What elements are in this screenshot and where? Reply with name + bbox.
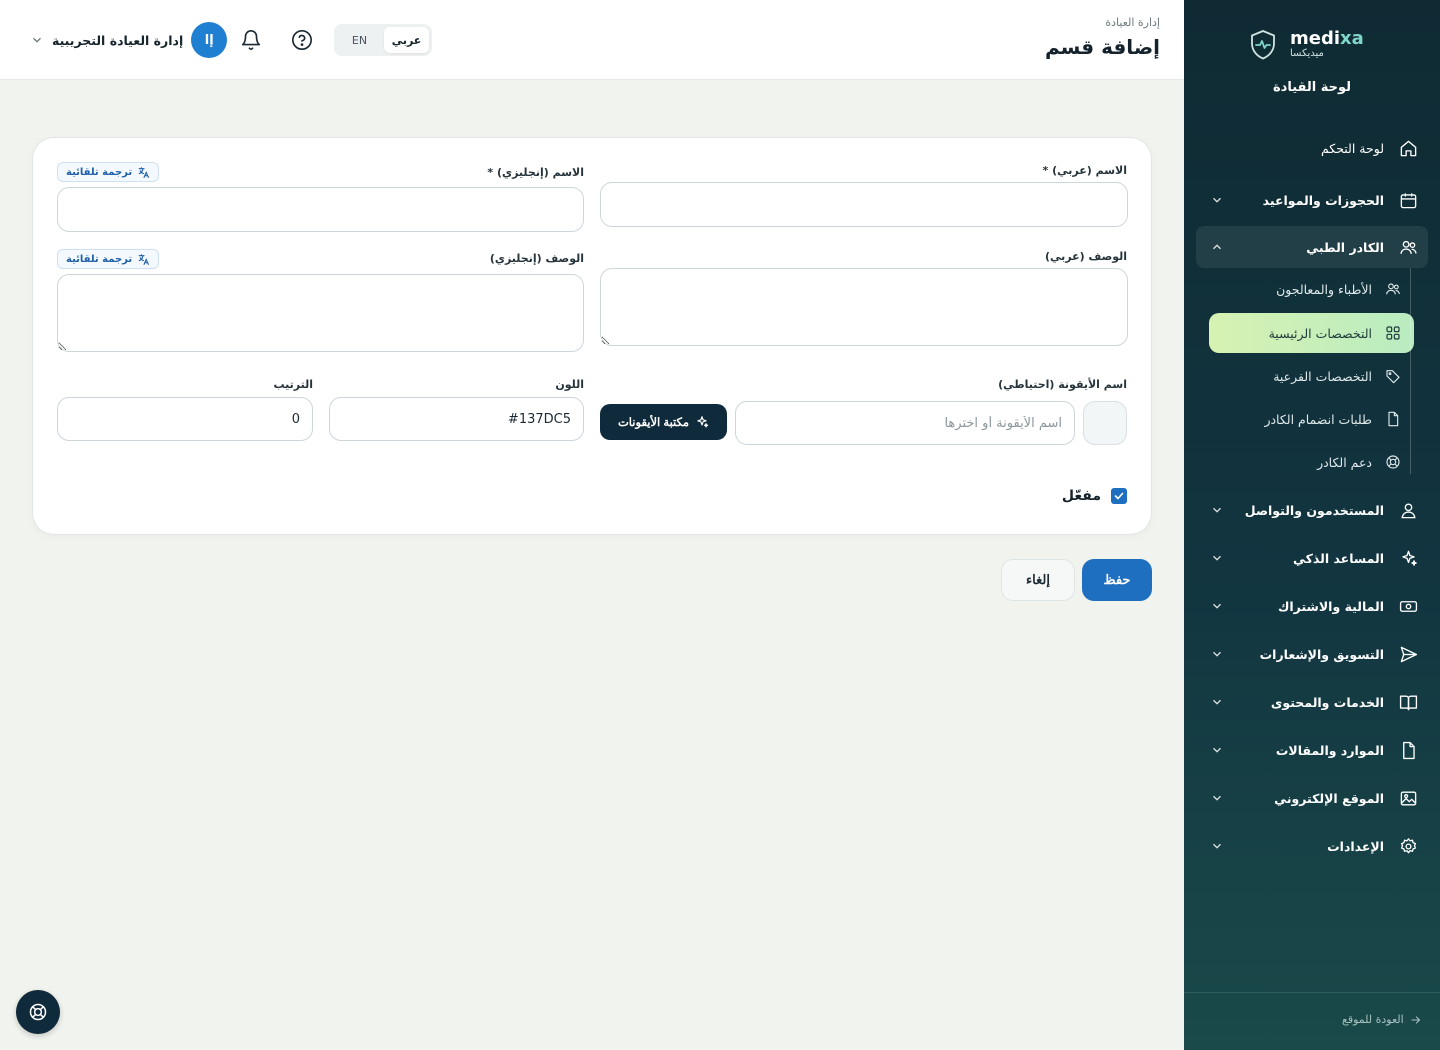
name-en-label: الاسم (إنجليزي) *	[487, 166, 584, 179]
sparkles-icon	[1398, 548, 1418, 568]
translate-icon	[137, 166, 150, 179]
shield-icon	[1250, 30, 1276, 60]
chevron-down-icon	[1210, 695, 1224, 709]
icon-preview	[1083, 401, 1127, 445]
department-form-card: الاسم (عربي) * الاسم (إنجليزي) * ترجمة ت…	[32, 137, 1152, 535]
cancel-button[interactable]: إلغاء	[1001, 559, 1075, 601]
translate-icon	[137, 253, 150, 266]
sidebar-item-medical-staff[interactable]: الكادر الطبي	[1196, 226, 1428, 268]
sidebar-subitem-sub-specialties[interactable]: التخصصات الفرعية	[1209, 356, 1414, 396]
sidebar-item-website[interactable]: الموقع الإلكتروني	[1196, 777, 1428, 819]
lifebuoy-icon	[28, 1002, 48, 1022]
grid-icon	[1384, 324, 1402, 342]
sidebar-item-dashboard[interactable]: لوحة التحكم	[1196, 127, 1428, 169]
desc-en-textarea[interactable]	[57, 274, 584, 352]
bell-icon	[240, 29, 262, 51]
notifications-button[interactable]	[236, 25, 266, 55]
icon-name-label: اسم الأيقونة (احتياطي)	[998, 378, 1127, 391]
file-icon	[1384, 410, 1402, 428]
back-to-site-label: العودة للموقع	[1342, 1013, 1404, 1026]
enabled-label: مفعّل	[1061, 488, 1101, 504]
name-ar-label: الاسم (عربي) *	[1042, 164, 1128, 177]
brand-logo[interactable]: medixa ميديكسا	[1184, 28, 1440, 68]
sidebar-item-users[interactable]: المستخدمون والتواصل	[1196, 489, 1428, 531]
chevron-down-icon	[1210, 743, 1224, 757]
top-header: إدارة العيادة إضافة قسم إدارة العيادة ال…	[0, 0, 1184, 80]
file-icon	[1398, 740, 1418, 760]
users-icon	[1384, 280, 1402, 298]
user-menu[interactable]: إدارة العيادة التجريبية إا	[30, 22, 228, 58]
desc-ar-textarea[interactable]	[600, 268, 1128, 346]
sparkles-icon	[695, 415, 709, 429]
user-name: إدارة العيادة التجريبية	[52, 32, 184, 48]
user-icon	[1398, 500, 1418, 520]
send-icon	[1398, 644, 1418, 664]
gear-icon	[1398, 836, 1418, 856]
breadcrumb[interactable]: إدارة العيادة	[1105, 16, 1160, 29]
enabled-checkbox[interactable]	[1111, 488, 1127, 504]
auto-translate-desc-button[interactable]: ترجمة تلقائية	[57, 249, 160, 269]
chevron-down-icon	[1210, 839, 1224, 853]
color-input[interactable]	[329, 397, 584, 441]
sidebar-item-ai-assistant[interactable]: المساعد الذكي	[1196, 537, 1428, 579]
order-label: الترتيب	[273, 378, 314, 391]
tag-icon	[1384, 367, 1402, 385]
help-circle-icon	[291, 29, 313, 51]
image-icon	[1398, 788, 1418, 808]
avatar: إا	[191, 22, 228, 58]
sidebar-section-title: لوحة القيادة	[1272, 80, 1352, 95]
sidebar-item-settings[interactable]: الإعدادات	[1196, 825, 1428, 867]
icon-library-button[interactable]: مكتبة الأيقونات	[600, 404, 727, 440]
auto-translate-label: ترجمة تلقائية	[66, 253, 133, 265]
enabled-toggle-row[interactable]: مفعّل	[1062, 488, 1127, 504]
sidebar-item-marketing[interactable]: التسويق والإشعارات	[1196, 633, 1428, 675]
icon-library-label: مكتبة الأيقونات	[617, 417, 690, 429]
sidebar-item-services[interactable]: الخدمات والمحتوى	[1196, 681, 1428, 723]
home-icon	[1398, 138, 1418, 158]
sidebar-item-resources[interactable]: الموارد والمقالات	[1196, 729, 1428, 771]
chevron-down-icon	[1210, 193, 1224, 207]
order-input[interactable]	[57, 397, 313, 441]
name-ar-input[interactable]	[600, 182, 1128, 227]
chevron-down-icon	[1210, 551, 1224, 565]
sidebar-subitem-join-requests[interactable]: طلبات انضمام الكادر	[1209, 399, 1414, 439]
book-icon	[1398, 692, 1418, 712]
language-toggle: EN عربي	[334, 24, 432, 56]
chevron-up-icon	[1210, 240, 1224, 254]
chevron-down-icon	[1210, 599, 1224, 613]
color-label: اللون	[555, 378, 584, 391]
arrow-right-icon	[1410, 1014, 1422, 1026]
name-en-input[interactable]	[57, 187, 584, 232]
sidebar-footer: العودة للموقع	[1184, 992, 1440, 1050]
help-button[interactable]	[287, 25, 317, 55]
chevron-down-icon	[1210, 647, 1224, 661]
page-title: إضافة قسم	[1044, 35, 1160, 59]
users-icon	[1398, 237, 1418, 257]
accessibility-button[interactable]	[16, 990, 60, 1034]
sidebar-subitem-main-specialties[interactable]: التخصصات الرئيسية	[1209, 313, 1414, 353]
submenu-rail	[1410, 268, 1411, 474]
icon-name-input[interactable]	[735, 401, 1075, 445]
sidebar-subitem-staff-support[interactable]: دعم الكادر	[1209, 442, 1414, 482]
back-to-site-link[interactable]: العودة للموقع	[1342, 1013, 1422, 1026]
sidebar-subitem-doctors[interactable]: الأطباء والمعالجون	[1209, 269, 1414, 309]
calendar-icon	[1398, 190, 1418, 210]
auto-translate-label: ترجمة تلقائية	[66, 166, 133, 178]
sidebar-item-bookings[interactable]: الحجوزات والمواعيد	[1196, 179, 1428, 221]
sidebar-item-finance[interactable]: المالية والاشتراك	[1196, 585, 1428, 627]
chevron-down-icon	[1210, 503, 1224, 517]
save-button[interactable]: حفظ	[1082, 559, 1152, 601]
lifebuoy-icon	[1384, 453, 1402, 471]
lang-ar-button[interactable]: عربي	[384, 27, 429, 53]
brand-name-ar: ميديكسا	[1290, 48, 1324, 59]
chevron-down-icon	[1210, 791, 1224, 805]
sidebar: medixa ميديكسا لوحة القيادة لوحة التحكم …	[1184, 0, 1440, 1050]
auto-translate-name-button[interactable]: ترجمة تلقائية	[57, 162, 160, 182]
money-icon	[1398, 596, 1418, 616]
chevron-down-icon	[30, 33, 44, 47]
desc-ar-label: الوصف (عربي)	[1044, 250, 1127, 263]
lang-en-button[interactable]: EN	[337, 27, 382, 53]
brand-name: medixa	[1290, 28, 1364, 49]
desc-en-label: الوصف (إنجليزي)	[489, 252, 584, 265]
